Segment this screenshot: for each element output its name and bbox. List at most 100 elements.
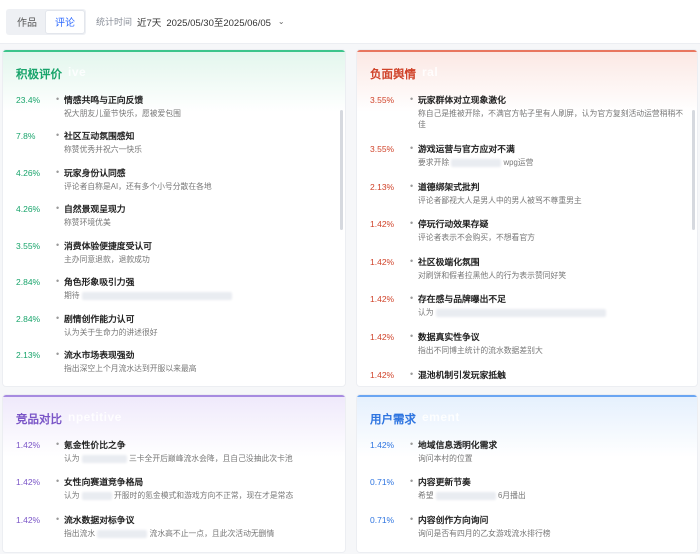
bullet: • — [410, 514, 414, 524]
item-percent: 4.26% — [16, 204, 41, 214]
bullet: • — [56, 240, 60, 250]
item-percent: 1.42% — [16, 440, 41, 450]
list-item: 1.42% • 存在感与品牌曝出不足 认为 — [370, 293, 687, 318]
bullet: • — [56, 167, 60, 177]
list-item: 2.13% • 流水市场表现强劲 指出深空上个月流水达到开服以来最高 — [16, 349, 335, 374]
item-description: 称赞优秀并祝六一快乐 — [64, 145, 142, 154]
list-item: 3.55% • 游戏运营与官方应对不满 要求开除 wpg运营 — [370, 143, 687, 168]
chevron-down-icon[interactable]: ⌄ — [278, 17, 285, 26]
item-description: 询问是否有四月的乙女游戏流水排行榜 — [418, 529, 551, 538]
item-percent: 1.42% — [16, 515, 41, 525]
list-item: 1.42% • 混池机制引发玩家抵触 — [370, 369, 687, 381]
item-description: 称赞环境优美 — [64, 218, 111, 227]
item-percent: 0.71% — [370, 477, 395, 487]
list-item: 1.42% • 社区极端化氛围 对刷饼和假者拉黑他人的行为表示赞同好笑 — [370, 256, 687, 281]
top-toolbar: 作品 评论 统计时间 近7天 2025/05/30至2025/06/05 ⌄ — [0, 0, 700, 44]
item-percent: 2.84% — [16, 314, 41, 324]
card-title: 竞品对比 — [16, 414, 62, 426]
list-item: 1.42% • 女性向赛道竞争格局 认为 开服时的氪金模式和游戏方向不正常，现在… — [16, 476, 335, 501]
competitor-comparison-card: 竞品对比 npetitive 1.42% • 氪金性价比之争 认为 三卡全开后巅… — [3, 395, 345, 552]
item-percent: 1.42% — [370, 332, 395, 342]
bullet: • — [410, 218, 414, 228]
stat-time-label: 统计时间 — [96, 17, 133, 27]
item-percent: 0.71% — [370, 515, 395, 525]
item-heading: 地域信息透明化需求 — [418, 440, 498, 450]
item-description: 指出不同博主统计的流水数据差别大 — [418, 346, 543, 355]
item-description: 指出深空上个月流水达到开服以来最高 — [64, 364, 197, 373]
item-description: 指出流水 流水高不止一点，且此次活动无删情 — [64, 529, 275, 538]
stat-time-filter[interactable]: 统计时间 近7天 2025/05/30至2025/06/05 ⌄ — [96, 15, 285, 29]
item-percent: 3.55% — [16, 241, 41, 251]
card-title: 积极评价 — [16, 69, 62, 81]
item-heading: 停玩行动效果存疑 — [418, 219, 489, 229]
item-percent: 1.42% — [370, 294, 395, 304]
range-label: 近7天 — [137, 17, 162, 29]
redacted-text — [435, 308, 606, 317]
item-percent: 4.26% — [16, 168, 41, 178]
scrollbar[interactable] — [692, 110, 695, 230]
item-heading: 存在感与品牌曝出不足 — [418, 294, 506, 304]
item-percent: 2.13% — [370, 182, 395, 192]
list-item: 0.71% • 内容更新节奏 希望 6月播出 — [370, 476, 687, 501]
redacted-text — [81, 454, 127, 463]
list-item: 1.42% • 氪金性价比之争 认为 三卡全开后巅峰流水会降，且自己没抽此次卡池 — [16, 439, 335, 464]
list-item: 1.42% • 流水数据对标争议 指出流水 流水高不止一点，且此次活动无删情 — [16, 514, 335, 539]
view-toggle: 作品 评论 — [6, 8, 86, 35]
card-title-watermark: ral — [422, 65, 439, 79]
list-item: 7.8% • 社区互动氛围感知 称赞优秀并祝六一快乐 — [16, 130, 335, 155]
bullet: • — [410, 476, 414, 486]
list-item: 2.84% • 角色形象吸引力强 期待 — [16, 276, 335, 301]
item-heading: 内容创作方向询问 — [418, 515, 489, 525]
bullet: • — [56, 514, 60, 524]
item-description: 评论者自称是AI，还有多个小号分散在各地 — [64, 182, 212, 191]
item-heading: 玩家群体对立现象激化 — [418, 95, 506, 105]
bullet: • — [56, 476, 60, 486]
redacted-text — [435, 491, 496, 500]
item-percent: 3.55% — [370, 95, 395, 105]
item-description: 对刷饼和假者拉黑他人的行为表示赞同好笑 — [418, 271, 567, 280]
tab-works[interactable]: 作品 — [8, 11, 46, 33]
item-percent: 1.42% — [370, 440, 395, 450]
item-heading: 社区极端化氛围 — [418, 257, 480, 267]
item-description: 称自己是推被开除，不满官方帖子里有人刷屏，认为官方复刻活动运营稍稍不佳 — [418, 109, 684, 129]
item-description: 希望 6月播出 — [418, 491, 526, 500]
bullet: • — [56, 94, 60, 104]
item-heading: 玩家身份认同感 — [64, 168, 126, 178]
bullet: • — [410, 293, 414, 303]
item-heading: 角色形象吸引力强 — [64, 277, 135, 287]
list-item: 23.4% • 情感共鸣与正向反馈 祝大朋友儿童节快乐，愿被爱包围 — [16, 94, 335, 119]
item-percent: 2.13% — [16, 350, 41, 360]
card-title-watermark: npetitive — [68, 410, 122, 424]
item-heading: 氪金性价比之争 — [64, 440, 126, 450]
item-percent: 2.84% — [16, 277, 41, 287]
bullet: • — [410, 331, 414, 341]
item-percent: 1.42% — [370, 219, 395, 229]
item-heading: 自然景观呈现力 — [64, 204, 126, 214]
item-heading: 情感共鸣与正向反馈 — [64, 95, 144, 105]
item-description: 祝大朋友儿童节快乐，愿被爱包围 — [64, 109, 181, 118]
bullet: • — [56, 349, 60, 359]
positive-review-card: 积极评价 ive 23.4% • 情感共鸣与正向反馈 祝大朋友儿童节快乐，愿被爱… — [3, 50, 345, 386]
item-description: 评论者鄙视大人是男人中的男人被骂不尊重男主 — [418, 196, 582, 205]
redacted-text — [451, 158, 502, 167]
item-heading: 社区互动氛围感知 — [64, 131, 135, 141]
bullet: • — [410, 181, 414, 191]
list-item: 0.71% • 内容创作方向询问 询问是否有四月的乙女游戏流水排行榜 — [370, 514, 687, 539]
card-title-watermark: ive — [68, 65, 87, 79]
item-description: 询问本村的位置 — [418, 454, 473, 463]
item-heading: 游戏运营与官方应对不满 — [418, 144, 515, 154]
scrollbar[interactable] — [340, 110, 343, 230]
item-description: 认为 — [418, 307, 687, 318]
bullet: • — [410, 369, 414, 379]
list-item: 4.26% • 玩家身份认同感 评论者自称是AI，还有多个小号分散在各地 — [16, 167, 335, 192]
item-description: 认为 三卡全开后巅峰流水会降，且自己没抽此次卡池 — [64, 454, 293, 463]
tab-comments[interactable]: 评论 — [46, 10, 84, 33]
item-heading: 数据真实性争议 — [418, 332, 480, 342]
list-item: 3.55% • 消费体验便捷度受认可 主办同意退款，退款成功 — [16, 240, 335, 265]
date-range: 2025/05/30至2025/06/05 — [166, 17, 271, 29]
item-heading: 剧情创作能力认可 — [64, 314, 135, 324]
list-item: 2.13% • 道德绑架式批判 评论者鄙视大人是男人中的男人被骂不尊重男主 — [370, 181, 687, 206]
item-percent: 1.42% — [370, 257, 395, 267]
item-percent: 3.55% — [370, 144, 395, 154]
list-item: 1.42% • 地域信息透明化需求 询问本村的位置 — [370, 439, 687, 464]
